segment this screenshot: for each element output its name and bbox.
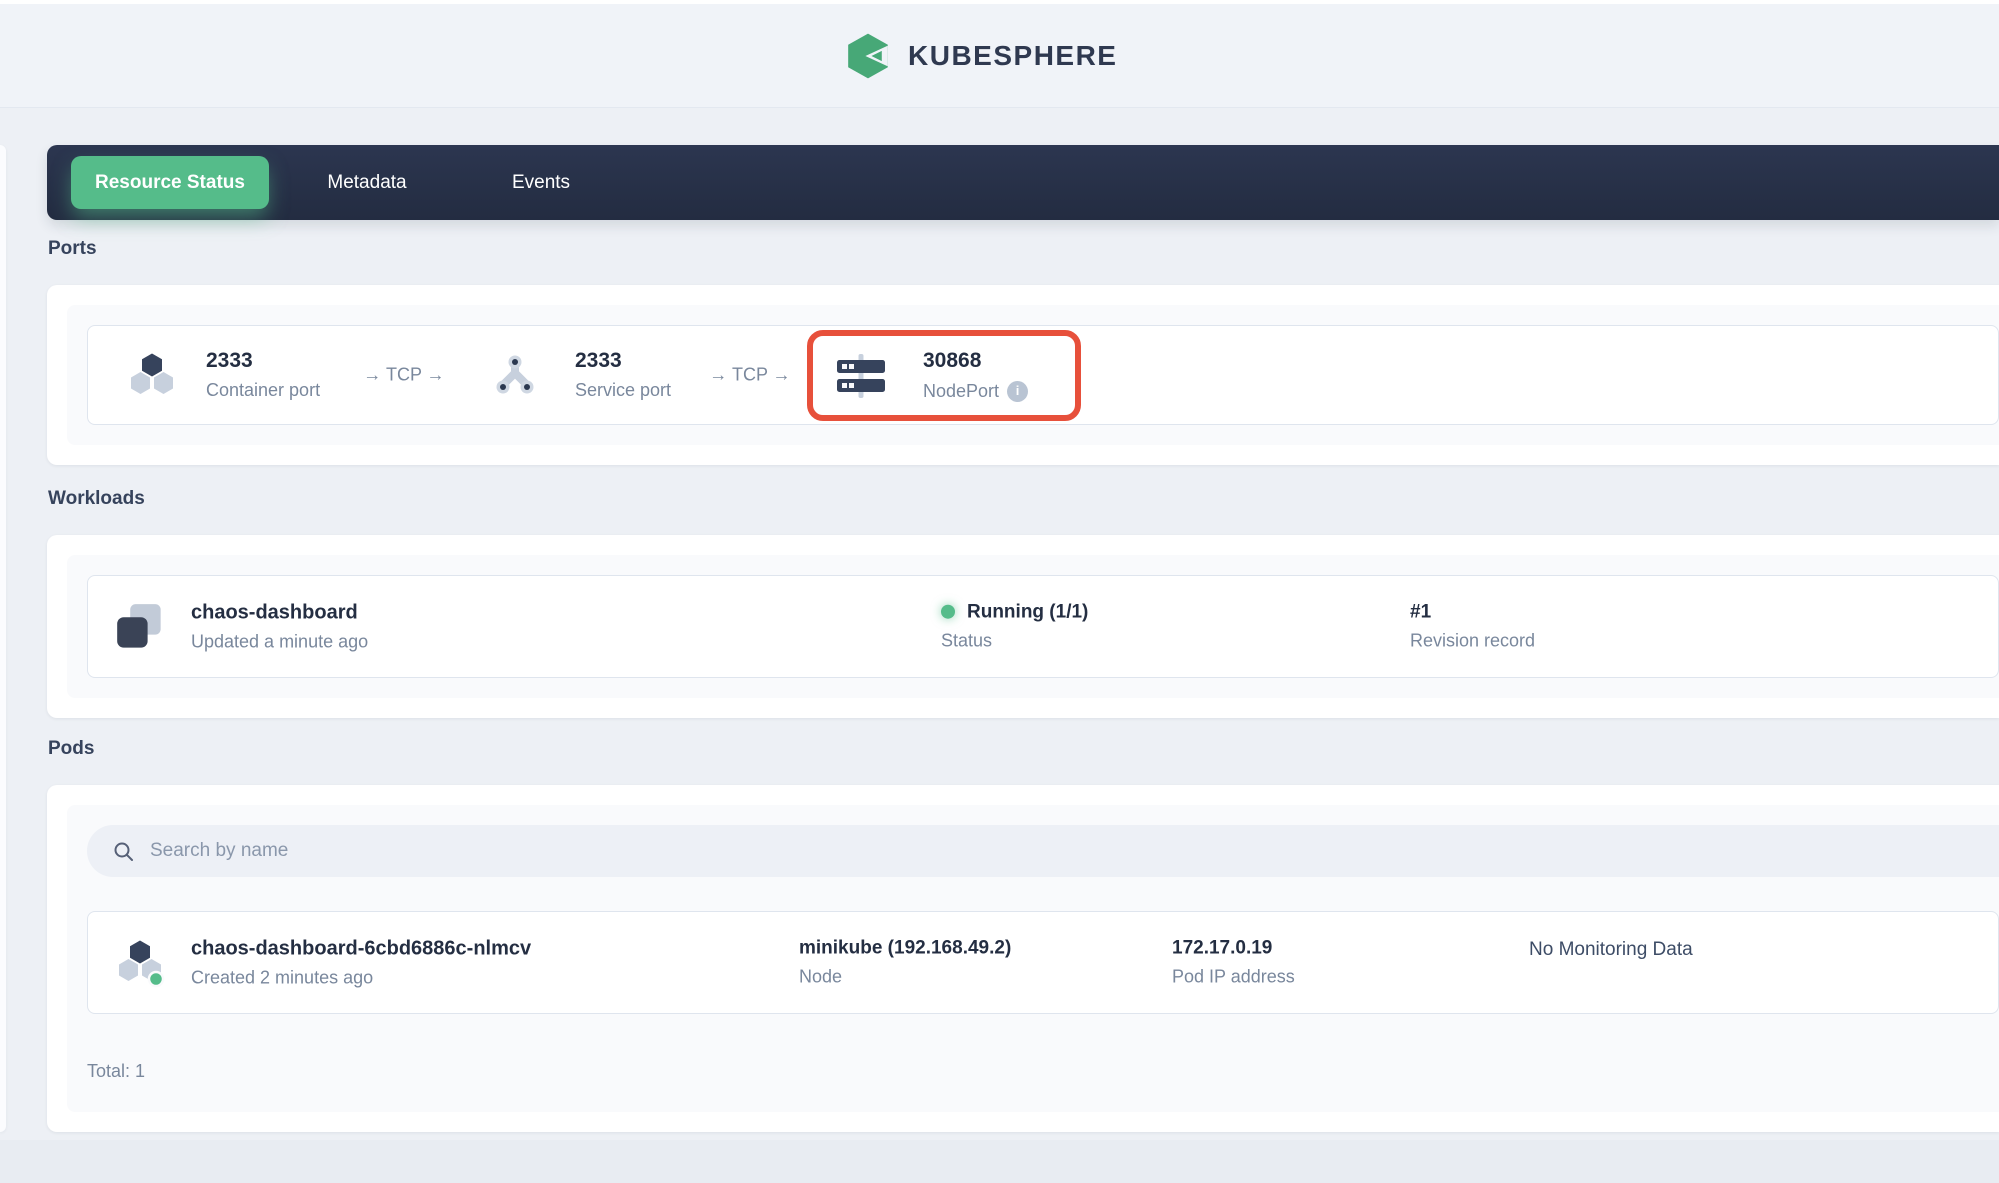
kubesphere-logo[interactable]: KUBESPHERE [843, 28, 1117, 84]
container-port-label: Container port [206, 380, 320, 401]
nodeport-value: 30868 [923, 349, 1028, 372]
logo-text: KUBESPHERE [908, 40, 1117, 72]
workload-status-line: Running (1/1) [941, 601, 1088, 623]
workload-revision-value: #1 [1410, 601, 1535, 623]
service-port-label: Service port [575, 380, 671, 401]
pods-total-count: Total: 1 [87, 1061, 1999, 1082]
ports-section-title: Ports [48, 238, 97, 260]
workload-row[interactable]: chaos-dashboard Updated a minute ago Run… [87, 575, 1999, 678]
pods-card: chaos-dashboard-6cbd6886c-nlmcv Created … [47, 785, 1999, 1132]
kubesphere-logo-icon [843, 30, 893, 82]
pod-node-value: minikube (192.168.49.2) [799, 937, 1011, 959]
detail-tab-bar: Resource Status Metadata Events [47, 145, 1999, 220]
workload-revision-column: #1 Revision record [1410, 601, 1535, 652]
nodeport-label: NodePort [923, 381, 999, 402]
ports-panel: 2333 Container port → TCP → 2333 Service… [67, 305, 1999, 445]
service-port-group: 2333 Service port [575, 349, 671, 401]
pods-panel: chaos-dashboard-6cbd6886c-nlmcv Created … [67, 805, 1999, 1112]
tab-events[interactable]: Events [512, 145, 570, 220]
pod-ip-value: 172.17.0.19 [1172, 937, 1295, 959]
workload-status-value: Running (1/1) [967, 601, 1088, 623]
container-port-value: 2333 [206, 349, 320, 372]
nodeport-icon [835, 354, 887, 398]
workloads-card: chaos-dashboard Updated a minute ago Run… [47, 535, 1999, 718]
pod-row[interactable]: chaos-dashboard-6cbd6886c-nlmcv Created … [87, 911, 1999, 1014]
pod-node-label: Node [799, 967, 1011, 988]
search-icon [113, 841, 134, 862]
nodeport-group: 30868 NodePort i [923, 349, 1028, 401]
protocol-arrow-1: → TCP → [360, 365, 448, 386]
container-port-group: 2333 Container port [206, 349, 320, 401]
left-panel-edge [0, 145, 6, 1132]
pod-ready-dot-icon [149, 972, 163, 986]
tab-resource-status[interactable]: Resource Status [71, 156, 269, 209]
pod-monitoring-status: No Monitoring Data [1529, 939, 1693, 961]
status-dot-icon [941, 605, 955, 619]
workload-status-column: Running (1/1) Status [941, 601, 1088, 652]
pods-search-bar [87, 825, 1999, 877]
nodeport-label-line: NodePort i [923, 381, 1028, 402]
container-port-icon [128, 352, 176, 398]
protocol-arrow-2: → TCP → [706, 365, 794, 386]
footer-band [0, 1140, 1999, 1183]
pod-node-column: minikube (192.168.49.2) Node [799, 937, 1011, 988]
workload-status-label: Status [941, 631, 1088, 652]
search-input[interactable] [150, 840, 1999, 862]
nodeport-highlight-box: 30868 NodePort i [807, 330, 1081, 421]
pod-icon [115, 938, 165, 988]
pods-section-title: Pods [48, 738, 94, 760]
workload-name-link[interactable]: chaos-dashboard [191, 601, 368, 623]
service-port-value: 2333 [575, 349, 671, 372]
workload-name-group: chaos-dashboard Updated a minute ago [191, 601, 368, 652]
pod-ip-label: Pod IP address [1172, 967, 1295, 988]
ports-card: 2333 Container port → TCP → 2333 Service… [47, 285, 1999, 465]
pod-ip-column: 172.17.0.19 Pod IP address [1172, 937, 1295, 988]
service-port-icon [494, 353, 536, 397]
service-detail-page: KUBESPHERE Resource Status Metadata Even… [0, 0, 1999, 1183]
tab-metadata[interactable]: Metadata [327, 145, 406, 220]
pod-name-group: chaos-dashboard-6cbd6886c-nlmcv Created … [191, 937, 531, 988]
ports-row: 2333 Container port → TCP → 2333 Service… [87, 325, 1999, 425]
workloads-section-title: Workloads [48, 488, 145, 510]
pod-name-link[interactable]: chaos-dashboard-6cbd6886c-nlmcv [191, 937, 531, 959]
workload-revision-label: Revision record [1410, 631, 1535, 652]
deployment-icon [115, 602, 165, 652]
workload-updated: Updated a minute ago [191, 631, 368, 652]
info-icon[interactable]: i [1007, 381, 1028, 402]
page-header: KUBESPHERE [0, 4, 1999, 108]
pod-created: Created 2 minutes ago [191, 967, 531, 988]
workloads-panel: chaos-dashboard Updated a minute ago Run… [67, 555, 1999, 698]
